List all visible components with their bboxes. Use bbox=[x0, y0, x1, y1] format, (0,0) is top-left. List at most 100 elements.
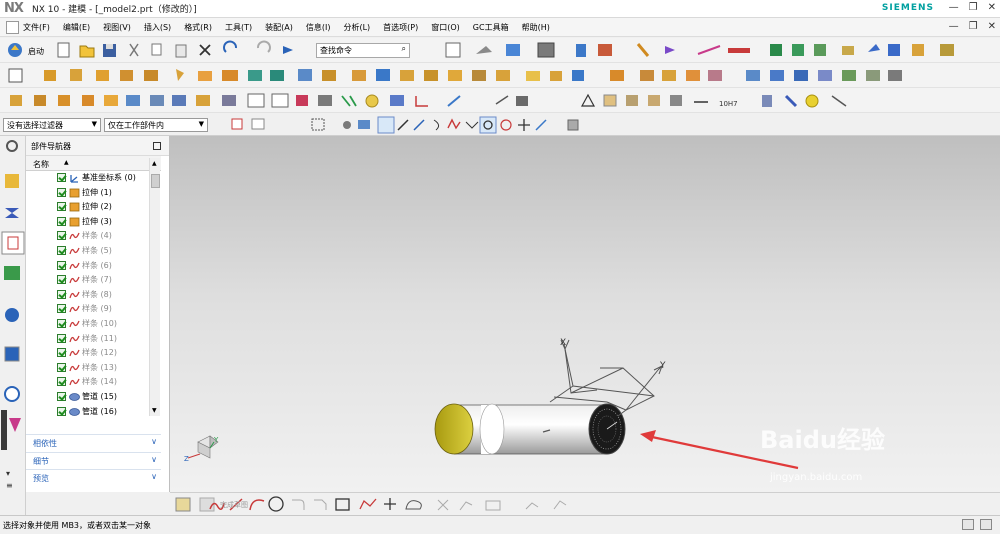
snap-curve-icon[interactable] bbox=[433, 119, 440, 131]
preview-panel[interactable]: 预览 ∨ bbox=[26, 469, 161, 487]
snap-control-point-icon[interactable] bbox=[447, 118, 461, 130]
subtract-icon[interactable] bbox=[270, 70, 284, 81]
boss-icon[interactable] bbox=[120, 70, 133, 81]
pattern-face-icon[interactable] bbox=[708, 70, 722, 81]
tree-row[interactable]: 管道 (16) bbox=[26, 405, 148, 417]
maximize-icon[interactable] bbox=[153, 142, 161, 150]
extract-geometry-icon[interactable] bbox=[172, 95, 186, 106]
snap-center-toggle[interactable] bbox=[479, 116, 497, 134]
doc-restore-icon[interactable]: ❐ bbox=[969, 21, 978, 32]
draft-icon[interactable] bbox=[298, 69, 312, 81]
name-column-header[interactable]: 名称 ▲ bbox=[26, 156, 161, 171]
render-style-icon[interactable] bbox=[476, 46, 492, 54]
point-set-icon[interactable] bbox=[104, 95, 118, 106]
new-file-icon[interactable] bbox=[57, 42, 70, 58]
tree-row[interactable]: 拉伸 (3) bbox=[26, 215, 148, 230]
edge-blend-icon[interactable] bbox=[322, 70, 336, 81]
visibility-checkbox[interactable] bbox=[57, 391, 66, 401]
menu-window[interactable]: 窗口(O) bbox=[431, 22, 460, 33]
select-all-icon[interactable] bbox=[231, 118, 243, 130]
tree-row[interactable]: 基准坐标系 (0) bbox=[26, 171, 148, 186]
visibility-checkbox[interactable] bbox=[57, 231, 66, 241]
menu-edit[interactable]: 编辑(E) bbox=[63, 22, 90, 33]
dependencies-panel[interactable]: 相依性 ∨ bbox=[26, 434, 161, 452]
datum-plane-icon[interactable] bbox=[10, 95, 22, 106]
visualization-icon[interactable] bbox=[9, 418, 21, 432]
move-face-icon[interactable] bbox=[572, 70, 584, 81]
grid-part-icon[interactable] bbox=[626, 95, 638, 106]
quick-trim-icon[interactable] bbox=[437, 499, 449, 511]
snap-endpoint-icon[interactable] bbox=[377, 116, 395, 134]
tree-row[interactable]: 样条 (11) bbox=[26, 332, 148, 347]
command-finder-input[interactable]: 查找命令 ⌕ bbox=[316, 43, 410, 58]
extrude-icon[interactable] bbox=[44, 70, 56, 81]
composite-curve-icon[interactable] bbox=[196, 95, 210, 106]
scale-icon[interactable] bbox=[550, 71, 562, 81]
offset-curve-icon[interactable] bbox=[405, 500, 422, 510]
body-select-icon[interactable] bbox=[343, 121, 351, 129]
window-layout-icon[interactable] bbox=[980, 519, 992, 530]
chamfer-icon[interactable] bbox=[314, 499, 327, 510]
doc-close-icon[interactable]: ✕ bbox=[988, 21, 996, 32]
scroll-down-icon[interactable]: ▼ bbox=[152, 407, 157, 414]
grid-icon[interactable] bbox=[697, 45, 721, 55]
sphere-icon[interactable] bbox=[365, 94, 379, 108]
selection-scope-select[interactable]: 仅在工作部件内 ▼ bbox=[104, 118, 208, 132]
menu-gc-toolkit[interactable]: GC工具箱 bbox=[473, 22, 509, 33]
visibility-checkbox[interactable] bbox=[57, 275, 66, 285]
constraints-icon[interactable] bbox=[814, 44, 826, 56]
assembly-navigator-icon[interactable] bbox=[5, 174, 19, 188]
history-icon[interactable] bbox=[4, 386, 20, 402]
menu-file[interactable]: 文件(F) bbox=[23, 22, 50, 33]
table-icon[interactable] bbox=[603, 94, 617, 107]
visibility-checkbox[interactable] bbox=[57, 216, 66, 226]
tree-row[interactable]: 样条 (7) bbox=[26, 273, 148, 288]
swept-icon[interactable] bbox=[794, 70, 808, 81]
pad-icon[interactable] bbox=[176, 69, 184, 81]
studio-surface-icon[interactable] bbox=[842, 70, 856, 81]
datum-axis-icon[interactable] bbox=[34, 95, 46, 106]
menu-help[interactable]: 帮助(H) bbox=[522, 22, 550, 33]
slot-icon[interactable] bbox=[198, 71, 212, 81]
menu-assembly[interactable]: 装配(A) bbox=[265, 22, 293, 33]
mirror-icon[interactable] bbox=[496, 70, 510, 81]
tree-row[interactable]: 样条 (9) bbox=[26, 302, 148, 317]
pipe-icon[interactable] bbox=[784, 94, 798, 108]
graphics-window[interactable]: X Y Z Y Baidu经验 jingyan.baidu.com bbox=[170, 136, 1000, 492]
visibility-checkbox[interactable] bbox=[57, 245, 66, 255]
hole-icon[interactable] bbox=[96, 70, 109, 81]
offset-curve-icon[interactable] bbox=[318, 95, 332, 106]
menu-toggle-icon[interactable] bbox=[6, 20, 19, 34]
visibility-checkbox[interactable] bbox=[57, 289, 66, 299]
cylinder-icon[interactable] bbox=[762, 95, 772, 107]
project-curve-icon[interactable] bbox=[222, 95, 236, 106]
point-icon[interactable] bbox=[82, 95, 94, 106]
visibility-checkbox[interactable] bbox=[57, 348, 66, 358]
n-sided-icon[interactable] bbox=[818, 70, 832, 81]
visibility-checkbox[interactable] bbox=[57, 362, 66, 372]
web-browser-icon[interactable] bbox=[4, 346, 20, 362]
quick-extend-icon[interactable] bbox=[459, 501, 473, 511]
import-csv-icon[interactable] bbox=[247, 93, 265, 108]
rapid-dimension-icon[interactable] bbox=[553, 500, 567, 510]
sketch-icon[interactable] bbox=[175, 497, 191, 512]
open-folder-icon[interactable] bbox=[79, 45, 95, 58]
start-button[interactable]: 启动 bbox=[28, 46, 44, 57]
offset-face-icon[interactable] bbox=[400, 70, 414, 81]
details-panel[interactable]: 细节 ∨ bbox=[26, 451, 161, 469]
visibility-checkbox[interactable] bbox=[57, 377, 66, 387]
fillet-icon[interactable] bbox=[292, 499, 305, 510]
tree-row[interactable]: 样条 (5) bbox=[26, 244, 148, 259]
menu-format[interactable]: 格式(R) bbox=[184, 22, 212, 33]
through-curves-icon[interactable] bbox=[770, 70, 784, 81]
cylinder-part[interactable] bbox=[434, 403, 626, 455]
navigator-scrollbar[interactable]: ▲ ▼ bbox=[149, 158, 160, 416]
extend-curve-icon[interactable] bbox=[447, 95, 461, 107]
tree-row[interactable]: 拉伸 (2) bbox=[26, 200, 148, 215]
menu-insert[interactable]: 插入(S) bbox=[144, 22, 171, 33]
pattern-icon[interactable] bbox=[472, 70, 486, 81]
scroll-up-icon[interactable]: ▲ bbox=[152, 160, 157, 167]
type-filter-select[interactable]: 没有选择过滤器 ▼ bbox=[3, 118, 101, 132]
revolve-icon[interactable] bbox=[70, 69, 82, 81]
trim-curve-icon[interactable] bbox=[390, 95, 404, 106]
